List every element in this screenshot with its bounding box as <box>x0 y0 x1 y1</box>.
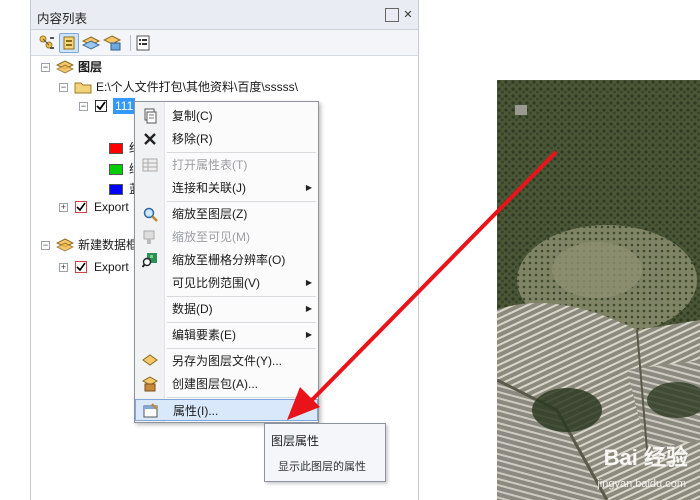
menu-item-label: 缩放至栅格分辨率(O) <box>172 253 286 267</box>
dataframe-label: 新建数据框 <box>78 238 139 252</box>
submenu-arrow-icon: ▶ <box>305 183 312 192</box>
tooltip-body: 显示此图层的属性 <box>278 461 366 473</box>
menu-item-label: 创建图层包(A)... <box>172 377 258 391</box>
tree-node-layers[interactable]: − 图层 <box>41 58 241 76</box>
list-by-drawing-order-button[interactable] <box>37 33 57 53</box>
watermark-url: jingyan.baidu.com <box>597 478 686 490</box>
selection-icon <box>102 35 122 51</box>
menu-separator <box>167 201 316 202</box>
menu-separator <box>167 152 316 153</box>
green-swatch <box>109 164 123 175</box>
panel-title: 内容列表 <box>37 12 88 26</box>
menu-separator <box>167 296 316 297</box>
menu-item-open-attribute-table[interactable]: 打开属性表(T) <box>135 154 318 176</box>
menu-separator <box>167 348 316 349</box>
menu-item-remove[interactable]: 移除(R) <box>135 128 318 150</box>
list-by-selection-button[interactable] <box>102 33 123 53</box>
checkmark-icon <box>76 262 86 272</box>
properties-tooltip: 图层属性 显示此图层的属性 <box>264 423 386 482</box>
menu-item-zoom-to-layer[interactable]: 缩放至图层(Z) <box>135 203 318 225</box>
checkmark-icon <box>76 202 86 212</box>
layer-name[interactable]: Export <box>94 258 129 276</box>
source-icon <box>63 36 75 50</box>
layer-package-icon <box>142 376 158 392</box>
checkmark-icon <box>96 101 106 111</box>
collapse-toggle[interactable]: − <box>41 63 50 72</box>
collapse-toggle[interactable]: − <box>41 241 50 250</box>
menu-item-label: 属性(I)... <box>173 404 219 418</box>
menu-item-label: 缩放至可见(M) <box>172 230 250 244</box>
close-icon[interactable]: ✕ <box>401 8 415 22</box>
layer-visibility-checkbox[interactable] <box>75 261 87 273</box>
list-by-visibility-button[interactable] <box>81 33 101 53</box>
zoom-layer-icon <box>143 207 158 222</box>
layers-label: 图层 <box>78 60 103 74</box>
menu-item-create-layer-package[interactable]: 创建图层包(A)... <box>135 373 318 395</box>
layer-visibility-checkbox[interactable] <box>95 100 107 112</box>
menu-item-label: 移除(R) <box>172 132 213 146</box>
menu-item-label: 复制(C) <box>172 109 213 123</box>
raster-resolution-icon <box>142 253 157 268</box>
table-icon <box>142 158 158 172</box>
remove-icon <box>144 133 156 145</box>
menu-item-label: 另存为图层文件(Y)... <box>172 354 282 368</box>
list-by-source-button[interactable] <box>59 33 79 53</box>
satellite-image: Bai 经验 jingyan.baidu.com <box>497 80 700 500</box>
drawing-order-icon <box>39 35 54 49</box>
properties-icon <box>143 403 158 418</box>
red-swatch <box>109 143 123 154</box>
toolbar-separator <box>130 35 131 51</box>
collapse-toggle[interactable]: − <box>59 83 68 92</box>
layer-context-menu: 复制(C) 移除(R) 打开属性表(T) 连接和关联(J) ▶ 缩放至图层(Z)… <box>134 101 319 423</box>
menu-item-joins-relates[interactable]: 连接和关联(J) ▶ <box>135 177 318 199</box>
menu-item-label: 连接和关联(J) <box>172 181 246 195</box>
layer-name[interactable]: Export <box>94 198 129 216</box>
tooltip-title: 图层属性 <box>271 434 320 448</box>
satellite-image-art <box>497 80 700 500</box>
menu-item-label: 缩放至图层(Z) <box>172 207 248 221</box>
pin-icon[interactable] <box>385 8 399 22</box>
menu-item-copy[interactable]: 复制(C) <box>135 105 318 127</box>
submenu-arrow-icon: ▶ <box>305 278 312 287</box>
menu-item-save-as-layer-file[interactable]: 另存为图层文件(Y)... <box>135 350 318 372</box>
toc-toolbar <box>31 30 418 56</box>
zoom-visible-icon <box>143 230 155 244</box>
menu-item-data[interactable]: 数据(D) ▶ <box>135 298 318 320</box>
expand-toggle[interactable]: + <box>59 263 68 272</box>
save-layer-icon <box>142 354 158 366</box>
layers-icon <box>56 60 74 74</box>
layers-icon <box>56 238 74 252</box>
submenu-arrow-icon: ▶ <box>305 330 312 339</box>
menu-separator <box>167 397 316 398</box>
folder-icon <box>74 82 92 94</box>
folder-path: E:\个人文件打包\其他资料\百度\sssss\ <box>96 80 299 94</box>
menu-separator <box>167 322 316 323</box>
expand-toggle[interactable]: + <box>59 203 68 212</box>
panel-title-bar: 内容列表 ✕ <box>31 0 418 30</box>
selected-layer-name[interactable]: 111 <box>113 98 136 114</box>
submenu-arrow-icon: ▶ <box>305 304 312 313</box>
blue-swatch <box>109 184 123 195</box>
menu-item-edit-features[interactable]: 编辑要素(E) ▶ <box>135 324 318 346</box>
collapse-toggle[interactable]: − <box>79 102 88 111</box>
visibility-icon <box>81 36 101 50</box>
menu-item-label: 可见比例范围(V) <box>172 276 260 290</box>
layer-visibility-checkbox[interactable] <box>75 201 87 213</box>
options-button[interactable] <box>133 33 153 53</box>
watermark: Bai 经验 <box>603 445 688 470</box>
menu-item-zoom-to-raster-resolution[interactable]: 缩放至栅格分辨率(O) <box>135 249 318 271</box>
menu-item-zoom-to-visible[interactable]: 缩放至可见(M) <box>135 226 318 248</box>
copy-icon <box>144 108 157 124</box>
options-icon <box>136 35 150 51</box>
menu-item-label: 编辑要素(E) <box>172 328 236 342</box>
menu-item-label: 数据(D) <box>172 302 213 316</box>
tree-node-folder[interactable]: − E:\个人文件打包\其他资料\百度\sssss\ <box>59 78 389 96</box>
menu-item-properties[interactable]: 属性(I)... <box>135 399 318 421</box>
menu-item-visible-scale-range[interactable]: 可见比例范围(V) ▶ <box>135 272 318 294</box>
menu-item-label: 打开属性表(T) <box>172 158 248 172</box>
